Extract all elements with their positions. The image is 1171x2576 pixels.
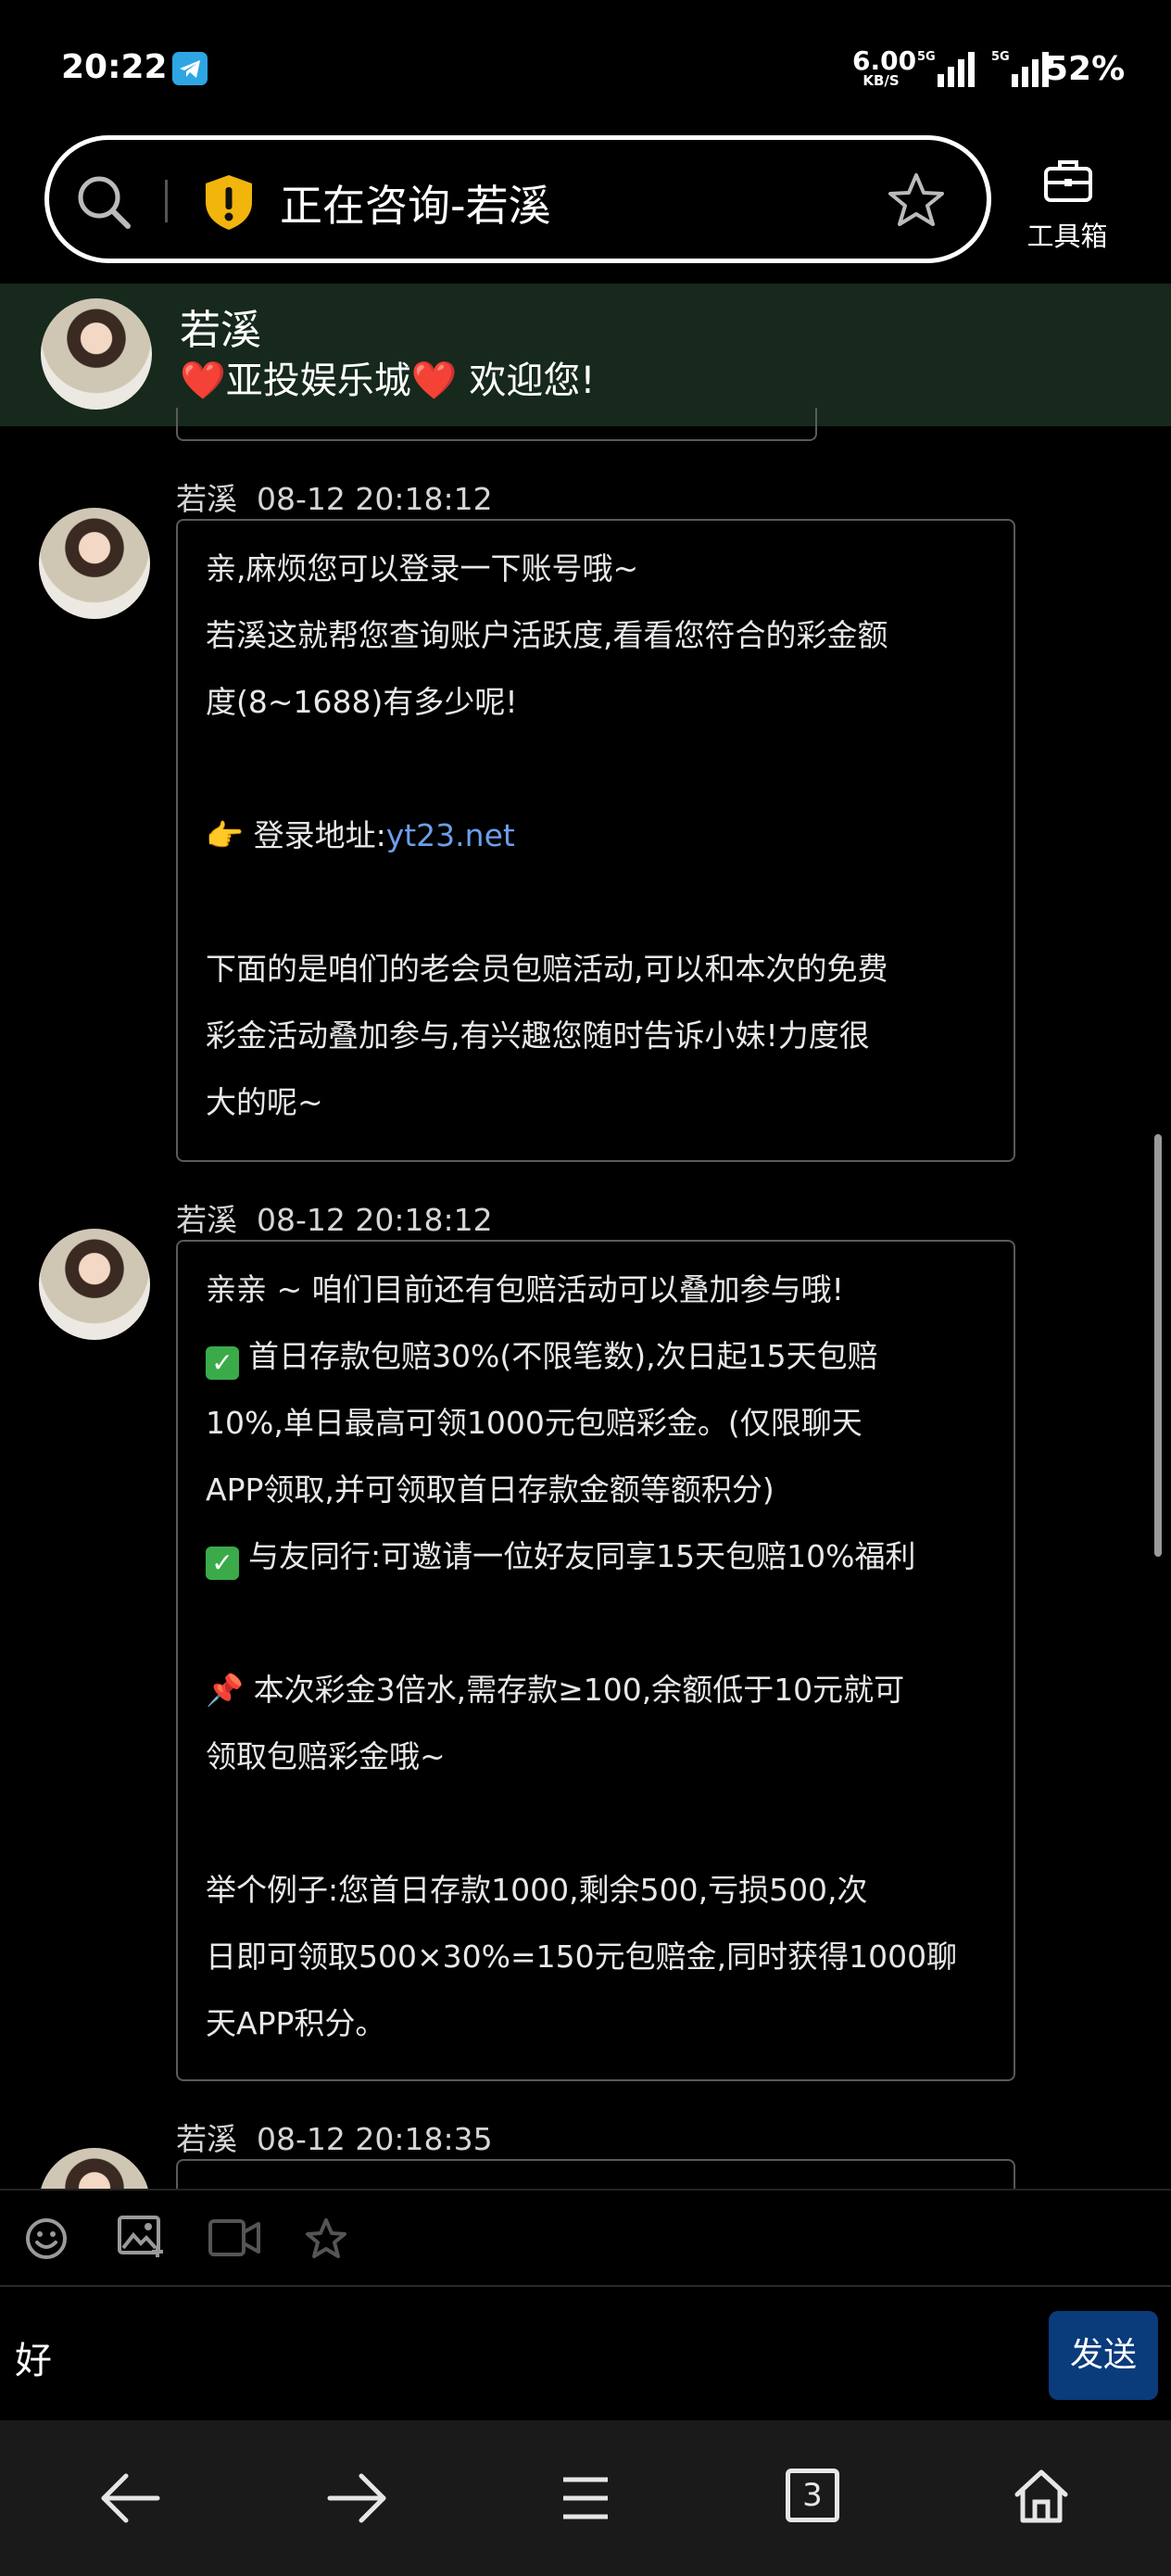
message-line: 天APP积分。 [206,2005,386,2041]
toolbox-button[interactable]: 工具箱 [1010,158,1125,259]
message-input[interactable] [13,2324,1036,2391]
message-line [206,869,986,936]
sender-name: 若溪 [176,1202,237,1238]
agent-name: 若溪 [180,307,261,354]
message-line: APP领取,并可领取首日存款金额等额积分) [206,1471,774,1508]
login-address-label: 👉 登录地址: [206,817,386,853]
message-line: 亲,麻烦您可以登录一下账号哦~ [206,550,639,587]
message-line: 若溪这就帮您查询账户活跃度,看看您符合的彩金额 [206,617,888,653]
composer-toolbar [0,2189,1171,2287]
tabs-count-button[interactable]: 3 [786,2469,839,2522]
video-icon[interactable] [208,2218,261,2261]
browser-nav-bar: 3 [0,2420,1171,2576]
message-meta: 若溪 08-12 20:18:12 [176,1195,493,1240]
welcome-text: ❤️亚投娱乐城❤️ 欢迎您! [180,360,596,402]
home-icon[interactable] [1012,2467,1071,2528]
message-line [206,736,986,802]
agent-avatar[interactable] [41,298,152,410]
image-upload-icon[interactable] [117,2215,165,2265]
check-mark-icon: ✓ [206,1547,239,1580]
message-meta: 若溪 08-12 20:18:12 [176,474,493,519]
message-line: 下面的是咱们的老会员包赔活动,可以和本次的免费 [206,951,888,987]
emoji-icon[interactable] [24,2216,69,2265]
message-line [206,1590,986,1657]
back-arrow-icon[interactable] [98,2470,163,2530]
menu-icon[interactable] [560,2472,611,2528]
network-speed: 6.00 KB/S [852,45,917,89]
message-line: 📌 本次彩金3倍水,需存款≥100,余额低于10元就可 [206,1672,905,1708]
clock: 20:22 [61,48,168,86]
message-line: 度(8~1688)有多少呢! [206,684,518,720]
message-bubble [176,2159,1015,2189]
message-line: 10%,单日最高可领1000元包赔彩金。(仅限聊天 [206,1405,863,1441]
message-time: 08-12 20:18:12 [256,481,493,517]
message-meta: 若溪 08-12 20:18:35 [176,2115,493,2159]
search-icon[interactable] [74,172,133,235]
login-link[interactable]: yt23.net [386,817,515,853]
telegram-icon [172,52,208,85]
address-divider [165,180,168,222]
rating-star-icon[interactable] [304,2216,348,2265]
message-time: 08-12 20:18:35 [256,2121,493,2157]
message-line: 亲亲 ~ 咱们目前还有包赔活动可以叠加参与哦! [206,1271,844,1307]
toolbox-label: 工具箱 [1026,221,1108,252]
page-title: 正在咨询-若溪 [280,181,551,231]
status-bar: 20:22 6.00 KB/S 5G 5G 52% [0,0,1171,130]
forward-arrow-icon[interactable] [324,2470,389,2530]
battery-level: 52% [1045,50,1126,88]
message-line: 日即可领取500×30%=150元包赔金,同时获得1000聊 [206,1938,958,1975]
shield-icon[interactable] [202,172,256,235]
message-line: 彩金活动叠加参与,有兴趣您随时告诉小妹!力度很 [206,1017,870,1054]
message-line: 举个例子:您首日存款1000,剩余500,亏损500,次 [206,1872,868,1908]
bookmark-star-icon[interactable] [886,170,947,235]
message-line [206,1790,986,1857]
scrollbar[interactable] [1154,1134,1162,1557]
sender-name: 若溪 [176,2121,237,2157]
message-time: 08-12 20:18:12 [256,1202,493,1238]
message-bubble: 亲,麻烦您可以登录一下账号哦~ 若溪这就帮您查询账户活跃度,看看您符合的彩金额 … [176,519,1015,1162]
message-bubble: 亲亲 ~ 咱们目前还有包赔活动可以叠加参与哦! ✓ 首日存款包赔30%(不限笔数)… [176,1240,1015,2081]
message-line: ✓ 首日存款包赔30%(不限笔数),次日起15天包赔 [206,1323,986,1390]
agent-avatar [39,508,150,619]
message-line: 大的呢~ [206,1084,323,1120]
message-line: ✓ 与友同行:可邀请一位好友同享15天包赔10%福利 [206,1523,986,1590]
agent-avatar [39,2148,150,2189]
login-address-line: 👉 登录地址:yt23.net [206,802,986,869]
send-button[interactable]: 发送 [1049,2311,1158,2400]
agent-avatar [39,1229,150,1340]
sender-name: 若溪 [176,481,237,517]
message-bubble [176,408,817,441]
signal-strength-icon: 5G [917,50,982,87]
briefcase-icon [1043,158,1093,208]
check-mark-icon: ✓ [206,1346,239,1380]
message-line: 领取包赔彩金哦~ [206,1738,446,1774]
